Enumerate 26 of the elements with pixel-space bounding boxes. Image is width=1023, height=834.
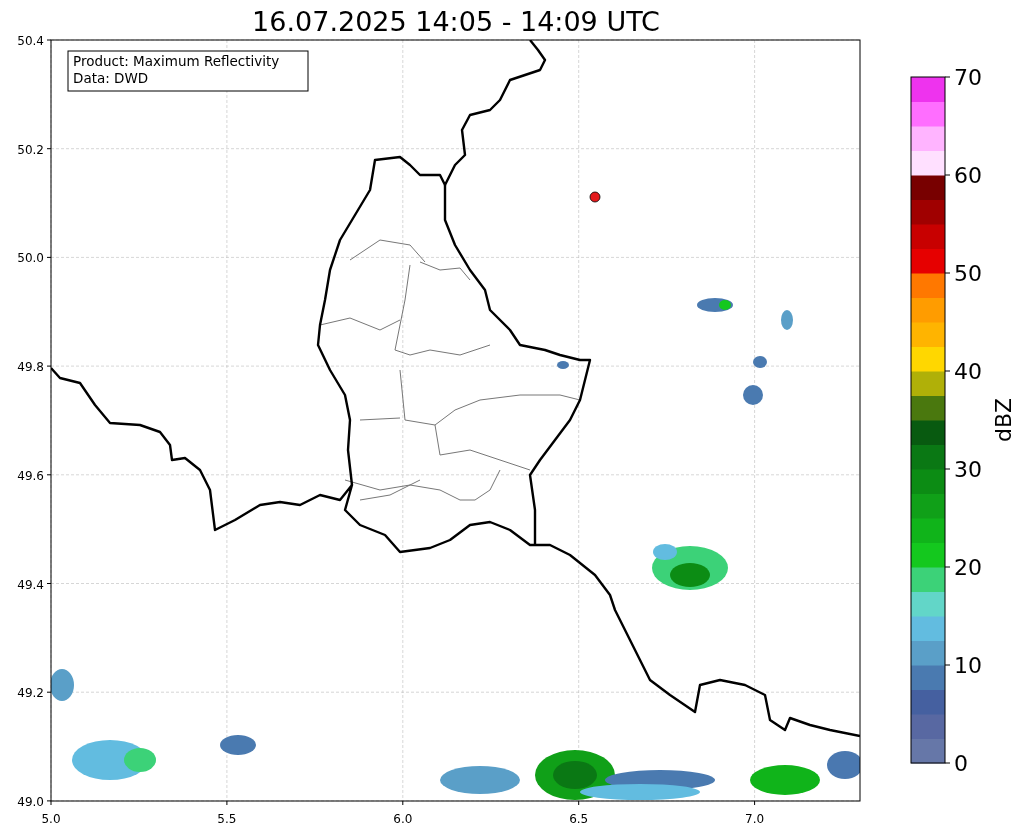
y-tick-label: 49.4 (17, 577, 44, 592)
colorbar-tick-label: 20 (954, 555, 982, 580)
colorbar-tick-label: 10 (954, 653, 982, 678)
info-text: Data: DWD (73, 70, 149, 86)
y-tick-label: 49.2 (17, 686, 44, 701)
y-tick-label: 50.2 (17, 142, 44, 157)
colorbar-tick-label: 40 (954, 359, 982, 384)
chart-title: 16.07.2025 14:05 - 14:09 UTC (252, 6, 660, 37)
colorbar-tick-label: 70 (954, 65, 982, 90)
x-tick-label: 6.0 (393, 812, 413, 826)
y-tick-label: 50.0 (17, 251, 44, 266)
y-tick-label: 50.4 (17, 34, 44, 48)
colorbar-tick-label: 0 (954, 751, 968, 776)
colorbar-tick-label: 50 (954, 261, 982, 286)
x-tick-label: 5.0 (41, 812, 61, 826)
x-tick-label: 5.5 (217, 812, 237, 826)
x-tick-label: 6.5 (569, 812, 589, 826)
y-tick-label: 49.0 (17, 794, 44, 809)
location-marker (589, 191, 601, 203)
y-tick-label: 49.8 (17, 360, 44, 375)
colorbar-tick-label: 60 (954, 163, 982, 188)
colorbar-label: dBZ (991, 397, 1016, 443)
info-text: Product: Maximum Reflectivity (73, 53, 280, 69)
colorbar-tick-label: 30 (954, 457, 982, 482)
x-tick-label: 7.0 (745, 812, 765, 826)
y-tick-label: 49.6 (17, 468, 44, 483)
